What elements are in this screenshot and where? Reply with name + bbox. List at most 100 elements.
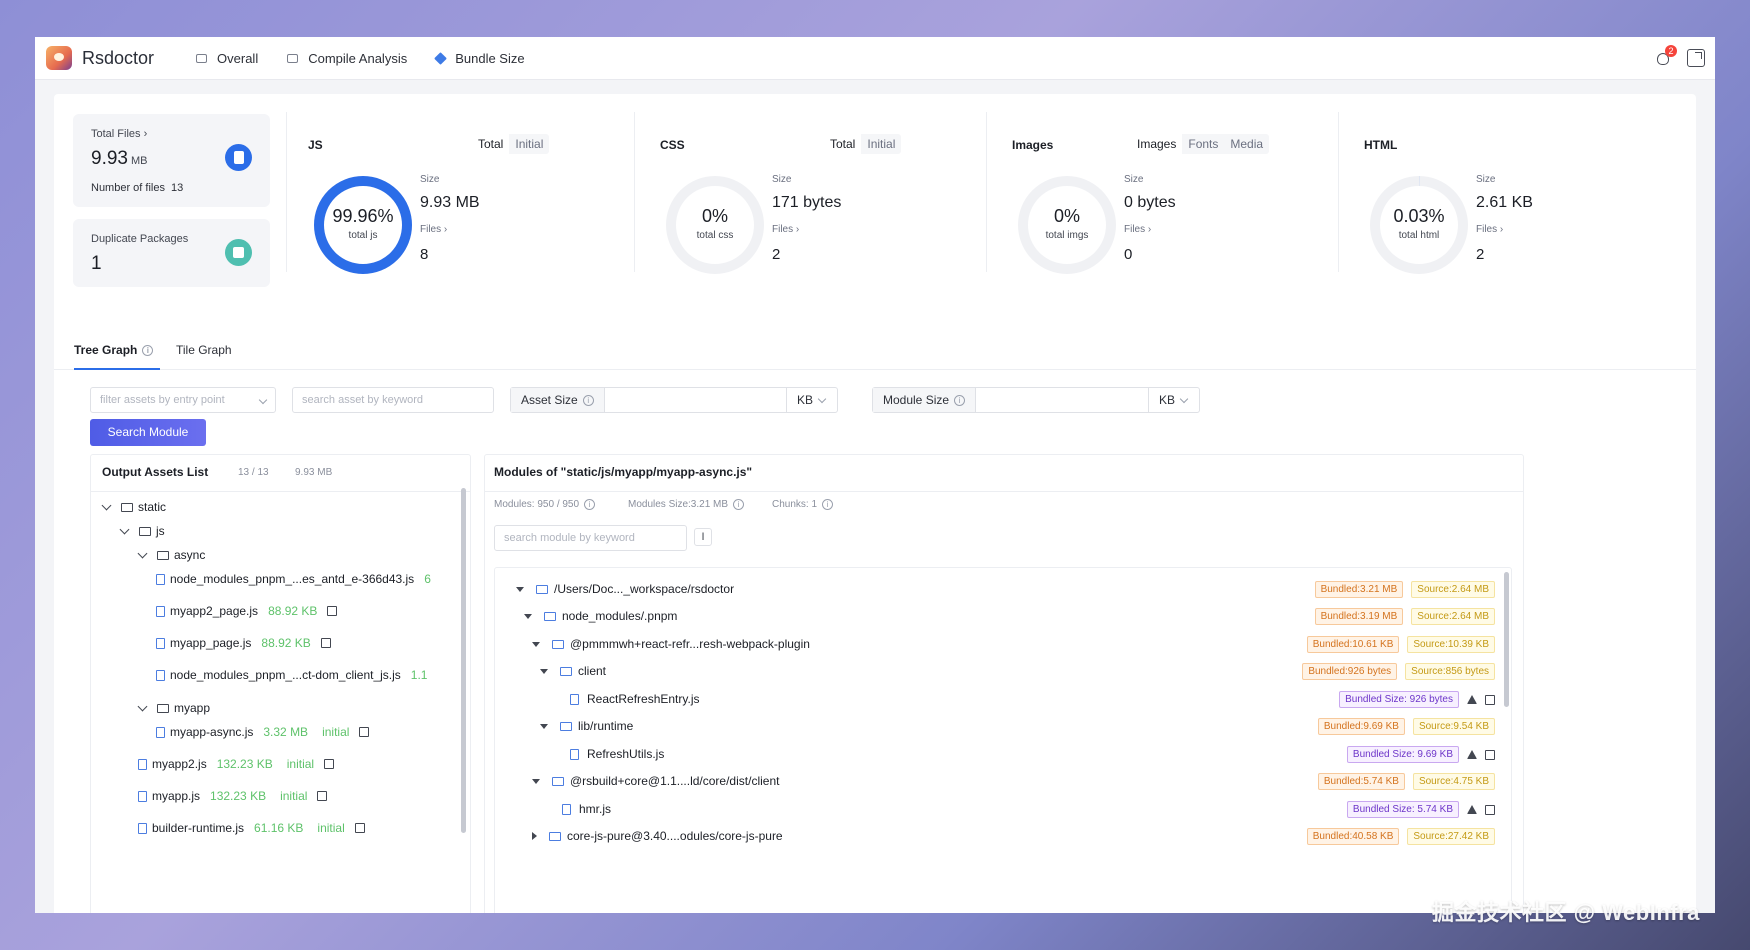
expand-all-icon[interactable]: I (694, 528, 712, 546)
code-view-icon[interactable] (1485, 749, 1495, 760)
search-module-button[interactable]: Search Module (90, 419, 206, 446)
code-view-icon[interactable] (1485, 694, 1495, 705)
nav-bundle-size-label: Bundle Size (455, 50, 525, 66)
tree-file[interactable]: node_modules_pnpm_...es_antd_e-366d43.js… (156, 569, 431, 589)
module-row[interactable]: node_modules/.pnpm Bundled:3.19 MB Source… (495, 606, 1495, 628)
info-icon: i (733, 499, 745, 510)
tree-file[interactable]: node_modules_pnpm_...ct-dom_client_js.js… (156, 665, 427, 685)
folder-icon (552, 776, 564, 786)
tab-tile-graph[interactable]: Tile Graph (176, 343, 232, 357)
duplicate-packages-card[interactable]: Duplicate Packages 1 (73, 219, 270, 287)
caret-down-icon[interactable] (532, 641, 540, 647)
caret-right-icon[interactable] (532, 832, 537, 840)
entry-point-select[interactable]: filter assets by entry point (90, 387, 276, 413)
total-files-label[interactable]: Total Files › (91, 128, 147, 140)
info-icon: i (822, 499, 834, 510)
css-percent: 0% (701, 206, 728, 226)
js-toggle-initial[interactable]: Initial (509, 134, 549, 154)
css-toggle[interactable]: Total Initial (824, 134, 902, 154)
bundled-size-tag: Bundled:10.61 KB (1306, 636, 1400, 653)
tree-folder-myapp[interactable]: myapp (137, 698, 210, 718)
css-size-label: Size (772, 174, 792, 185)
caret-down-icon[interactable] (540, 668, 548, 674)
cube-icon (434, 51, 448, 65)
code-view-icon[interactable] (327, 606, 338, 616)
nav-bundle-size[interactable]: Bundle Size (434, 50, 525, 66)
code-view-icon[interactable] (324, 759, 335, 769)
graph-icon[interactable] (1467, 750, 1477, 759)
module-row[interactable]: lib/runtime Bundled:9.69 KB Source:9.54 K… (495, 716, 1495, 738)
tree-file[interactable]: myapp2.js 132.23 KB initial (138, 754, 335, 774)
module-row[interactable]: hmr.js Bundled Size: 5.74 KB (495, 799, 1495, 821)
tree-file[interactable]: myapp-async.js 3.32 MB initial (156, 722, 370, 742)
images-files-label[interactable]: Files › (1124, 224, 1151, 235)
css-center-label: total css (696, 230, 734, 241)
graph-icon[interactable] (1467, 695, 1477, 704)
caret-down-icon[interactable] (516, 586, 524, 592)
images-toggle[interactable]: Images Fonts Media (1131, 134, 1270, 154)
js-toggle[interactable]: Total Initial (472, 134, 550, 154)
code-view-icon[interactable] (354, 823, 365, 833)
chevron-down-icon (101, 500, 112, 511)
chevron-down-icon (119, 524, 130, 535)
asset-size-input[interactable] (605, 388, 787, 412)
bug-icon[interactable]: 2 (1655, 45, 1677, 67)
nav-overall[interactable]: Overall (196, 51, 258, 66)
caret-down-icon[interactable] (532, 778, 540, 784)
asset-size-unit-select[interactable]: KB (787, 388, 837, 412)
tree-folder-js[interactable]: js (119, 521, 165, 541)
css-files-label[interactable]: Files › (772, 224, 799, 235)
assets-size: 9.93 MB (295, 467, 333, 478)
code-view-icon[interactable] (359, 727, 370, 737)
tree-folder-async[interactable]: async (137, 545, 205, 565)
caret-down-icon[interactable] (524, 613, 532, 619)
module-row[interactable]: core-js-pure@3.40....odules/core-js-pure… (495, 826, 1495, 848)
module-row[interactable]: @pmmmwh+react-refr...resh-webpack-plugin… (495, 634, 1495, 656)
main-nav: Overall Compile Analysis Bundle Size (196, 51, 554, 66)
code-view-icon[interactable] (320, 638, 331, 648)
html-files-label[interactable]: Files › (1476, 224, 1503, 235)
images-toggle-media[interactable]: Media (1224, 134, 1269, 154)
nav-compile-analysis[interactable]: Compile Analysis (287, 51, 407, 66)
scrollbar[interactable] (1504, 572, 1509, 707)
brand[interactable]: Rsdoctor (46, 46, 154, 70)
tree-file[interactable]: myapp.js 132.23 KB initial (138, 786, 328, 806)
folder-icon (560, 721, 572, 731)
file-icon (570, 693, 579, 705)
images-toggle-fonts[interactable]: Fonts (1182, 134, 1224, 154)
css-toggle-initial[interactable]: Initial (861, 134, 901, 154)
tree-file[interactable]: myapp_page.js 88.92 KB (156, 633, 331, 653)
caret-down-icon[interactable] (540, 723, 548, 729)
tree-folder-static[interactable]: static (101, 497, 166, 517)
code-view-icon[interactable] (317, 791, 328, 801)
js-size-label: Size (420, 174, 440, 185)
module-row[interactable]: client Bundled:926 bytes Source:856 bytes (495, 661, 1495, 683)
module-row[interactable]: /Users/Doc..._workspace/rsdoctor Bundled… (495, 579, 1495, 601)
css-toggle-total[interactable]: Total (824, 134, 862, 154)
module-row[interactable]: RefreshUtils.js Bundled Size: 9.69 KB (495, 744, 1495, 766)
chevron-down-icon (137, 548, 148, 559)
scrollbar[interactable] (461, 488, 466, 833)
module-row[interactable]: @rsbuild+core@1.1....ld/core/dist/client… (495, 771, 1495, 793)
divider (634, 112, 635, 272)
module-row[interactable]: ReactRefreshEntry.js Bundled Size: 926 b… (495, 689, 1495, 711)
bundled-size-tag: Bundled:40.58 KB (1306, 828, 1400, 845)
module-size-input[interactable] (976, 388, 1149, 412)
tree-file[interactable]: builder-runtime.js 61.16 KB initial (138, 818, 365, 838)
tree-file[interactable]: myapp2_page.js 88.92 KB (156, 601, 338, 621)
images-toggle-images[interactable]: Images (1131, 134, 1183, 154)
assets-count: 13 / 13 (238, 467, 269, 478)
file-icon (156, 726, 165, 738)
file-icon (225, 144, 252, 171)
js-files-label[interactable]: Files › (420, 224, 447, 235)
asset-keyword-input[interactable]: search asset by keyword (292, 387, 494, 413)
graph-icon[interactable] (1467, 805, 1477, 814)
tab-tree-graph[interactable]: Tree Graph i (74, 343, 154, 357)
code-view-icon[interactable] (1485, 804, 1495, 815)
module-size-unit-select[interactable]: KB (1149, 388, 1199, 412)
modules-chunks: Chunks: 1i (772, 499, 834, 510)
export-icon[interactable] (1687, 49, 1705, 67)
module-search-input[interactable]: search module by keyword (494, 525, 687, 551)
graph-tabs: Tree Graph i Tile Graph (54, 332, 1696, 370)
js-toggle-total[interactable]: Total (472, 134, 510, 154)
